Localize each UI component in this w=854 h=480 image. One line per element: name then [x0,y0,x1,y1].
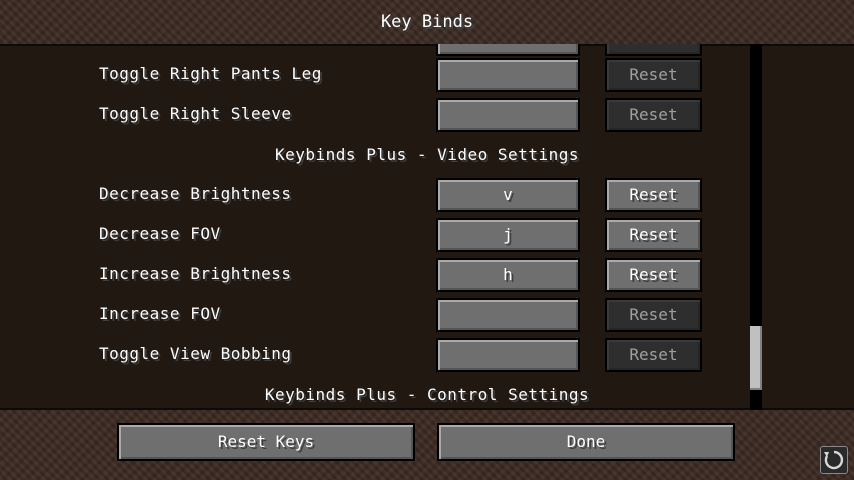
reset-button[interactable]: Reset [605,298,702,332]
keybind-label: Toggle Right Pants Leg [99,64,322,83]
category-header-control: Keybinds Plus - Control Settings [264,385,590,404]
keybind-row: Toggle View Bobbing Reset [0,338,854,374]
category-header-video: Keybinds Plus - Video Settings [275,145,579,164]
key-button[interactable] [436,58,580,92]
key-button[interactable]: v [436,178,580,212]
key-button[interactable] [436,298,580,332]
reset-button-partial[interactable] [605,44,702,56]
keybind-row: Decrease FOV j Reset [0,218,854,254]
keybind-row: Decrease Brightness v Reset [0,178,854,214]
keybind-label: Increase FOV [99,304,221,323]
keybind-label: Toggle View Bobbing [99,344,292,363]
keybind-row: Toggle Right Sleeve Reset [0,98,854,134]
keybind-label: Toggle Right Sleeve [99,104,292,123]
keybind-row: Increase FOV Reset [0,298,854,334]
keybind-label: Decrease Brightness [99,184,292,203]
key-button[interactable] [436,338,580,372]
keybind-row: Toggle Right Pants Leg Reset [0,58,854,94]
done-button[interactable]: Done [437,423,735,461]
reset-button[interactable]: Reset [605,58,702,92]
refresh-icon[interactable] [820,446,848,474]
screen-title: Key Binds [380,12,474,32]
keybind-row: Increase Brightness h Reset [0,258,854,294]
keybind-list[interactable]: Toggle Right Pants Leg Reset Toggle Righ… [0,44,854,410]
keybind-label: Decrease FOV [99,224,221,243]
reset-button[interactable]: Reset [605,218,702,252]
key-button[interactable]: h [436,258,580,292]
refresh-icon-glyph [824,450,844,470]
reset-button[interactable]: Reset [605,178,702,212]
key-button-partial[interactable] [436,44,580,56]
scrollbar-thumb[interactable] [750,326,762,390]
reset-keys-button[interactable]: Reset Keys [117,423,415,461]
key-button[interactable]: j [436,218,580,252]
reset-button[interactable]: Reset [605,258,702,292]
keybind-row-partial [0,44,854,58]
reset-button[interactable]: Reset [605,338,702,372]
keybind-label: Increase Brightness [99,264,292,283]
key-button[interactable] [436,98,580,132]
reset-button[interactable]: Reset [605,98,702,132]
